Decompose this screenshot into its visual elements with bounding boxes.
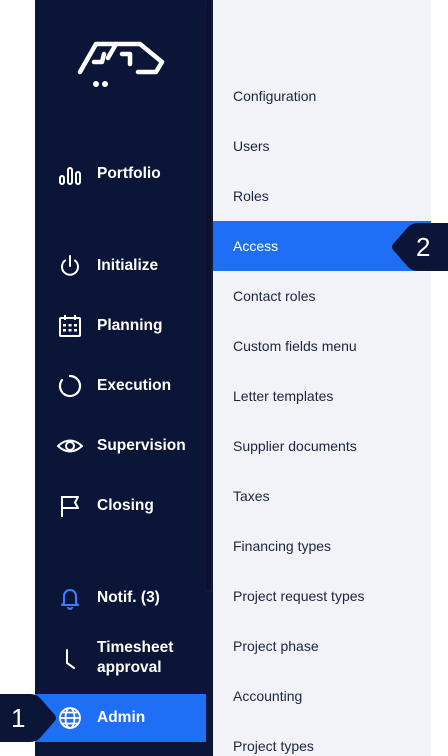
sidebar-item-label: Admin	[97, 709, 146, 726]
submenu-item-project-phase[interactable]: Project phase	[213, 621, 431, 671]
clock-hand-icon	[57, 645, 83, 671]
sidebar-item-admin[interactable]: Admin	[35, 694, 206, 742]
sidebar-item-label: Notif. (3)	[97, 589, 160, 606]
flag-icon	[57, 493, 83, 519]
sidebar-item-label: Supervision	[97, 437, 186, 454]
submenu-item-financing-types[interactable]: Financing types	[213, 521, 431, 571]
submenu-item-label: Roles	[233, 188, 269, 204]
submenu-item-label: Users	[233, 138, 270, 154]
callout-number: 2	[416, 232, 431, 262]
submenu-item-custom-fields-menu[interactable]: Custom fields menu	[213, 321, 431, 371]
submenu-item-taxes[interactable]: Taxes	[213, 471, 431, 521]
submenu-item-supplier-documents[interactable]: Supplier documents	[213, 421, 431, 471]
callout-arrow-right-icon	[0, 694, 56, 742]
submenu-item-roles[interactable]: Roles	[213, 171, 431, 221]
sidebar-item-label-line1: Timesheet	[97, 639, 174, 656]
callout-number: 1	[11, 703, 26, 733]
submenu-item-label: Accounting	[233, 688, 303, 704]
callout-marker-2: 2	[388, 223, 448, 271]
sidebar-item-label: Initialize	[97, 257, 159, 274]
progress-circle-icon	[57, 373, 83, 399]
power-icon	[57, 253, 83, 279]
submenu-item-label: Project types	[233, 738, 314, 754]
sidebar-item-label: Portfolio	[97, 165, 161, 182]
submenu-item-project-request-types[interactable]: Project request types	[213, 571, 431, 621]
submenu-item-label: Custom fields menu	[233, 338, 357, 354]
submenu-item-project-types[interactable]: Project types	[213, 721, 431, 756]
submenu-item-users[interactable]: Users	[213, 121, 431, 171]
sidebar-item-initialize[interactable]: Initialize	[35, 242, 206, 290]
submenu-item-letter-templates[interactable]: Letter templates	[213, 371, 431, 421]
logo-icon	[77, 41, 165, 87]
sidebar-item-notifications[interactable]: Notif. (3)	[35, 574, 206, 622]
sidebar-item-closing[interactable]: Closing	[35, 482, 206, 530]
submenu-item-label: Taxes	[233, 488, 270, 504]
sidebar-item-execution[interactable]: Execution	[35, 362, 206, 410]
callout-marker-1: 1	[0, 694, 60, 742]
submenu-item-configuration[interactable]: Configuration	[213, 71, 431, 121]
eye-icon	[57, 433, 83, 459]
submenu-item-label: Configuration	[233, 88, 317, 104]
bar-chart-icon	[57, 161, 83, 187]
sidebar-item-label-line2: approval	[97, 659, 162, 676]
submenu-item-contact-roles[interactable]: Contact roles	[213, 271, 431, 321]
sidebar-item-timesheet-approval[interactable]: Timesheet approval	[35, 634, 206, 682]
sidebar-item-label: Planning	[97, 317, 163, 334]
globe-icon	[57, 705, 83, 731]
calendar-icon	[57, 313, 83, 339]
sidebar-item-planning[interactable]: Planning	[35, 302, 206, 350]
bell-icon	[57, 585, 83, 611]
submenu-item-label: Project phase	[233, 638, 319, 654]
submenu-item-label: Letter templates	[233, 388, 334, 404]
sidebar-scrollbar-thumb[interactable]	[206, 0, 211, 590]
submenu-item-label: Access	[233, 238, 279, 254]
submenu-item-label: Project request types	[233, 588, 365, 604]
submenu-item-label: Financing types	[233, 538, 332, 554]
submenu-item-label: Contact roles	[233, 288, 316, 304]
sidebar-item-label: Execution	[97, 377, 172, 394]
submenu-item-label: Supplier documents	[233, 438, 357, 454]
sidebar-item-portfolio[interactable]: Portfolio	[35, 150, 206, 198]
sidebar-item-label: Closing	[97, 497, 154, 514]
sidebar-item-supervision[interactable]: Supervision	[35, 422, 206, 470]
submenu-item-accounting[interactable]: Accounting	[213, 671, 431, 721]
